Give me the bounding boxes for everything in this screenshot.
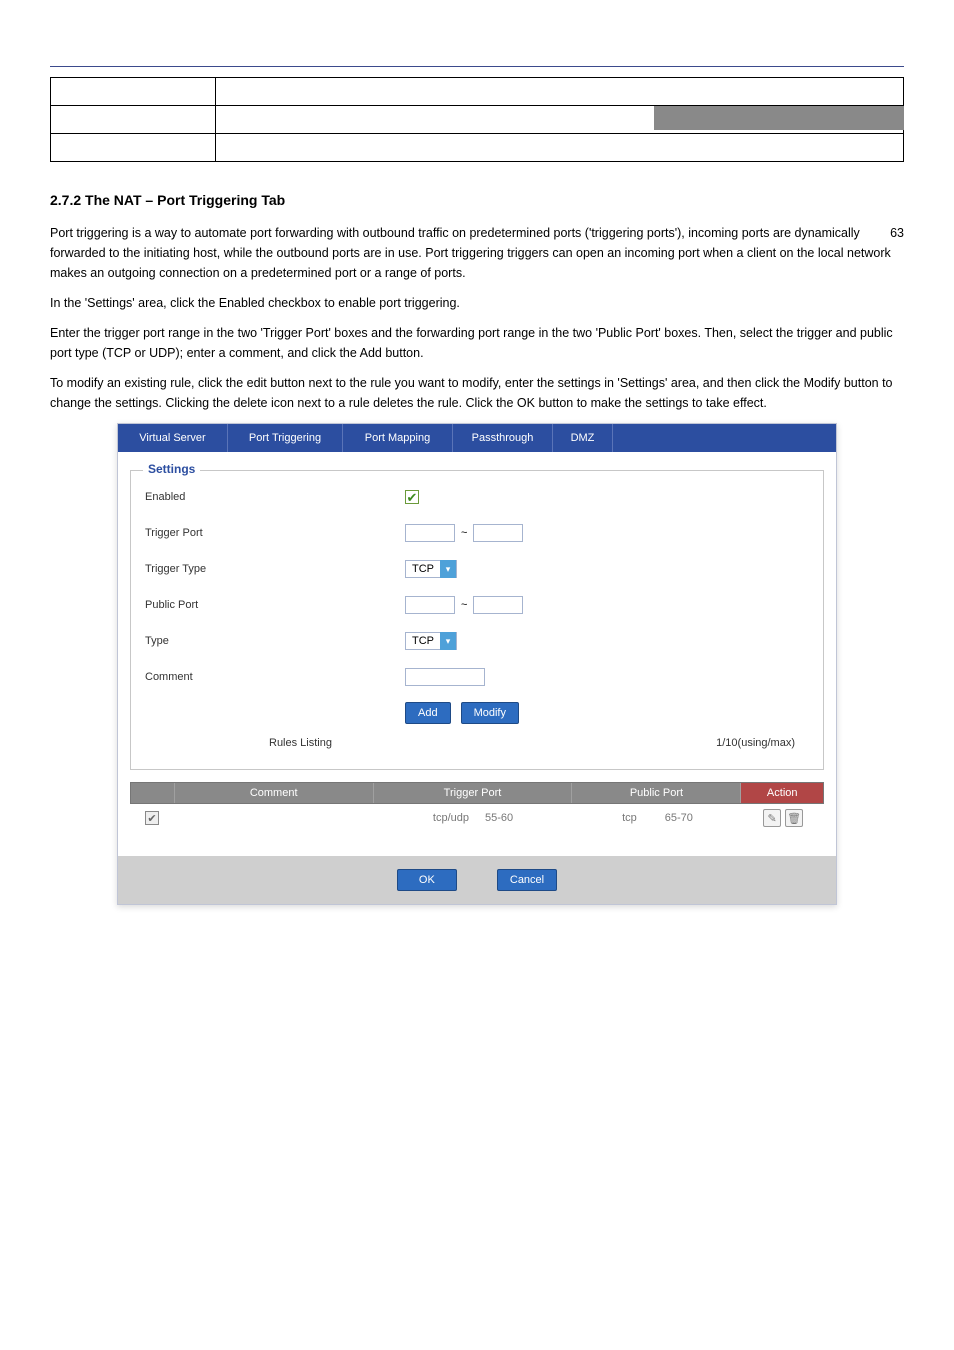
tab-passthrough[interactable]: Passthrough [453,424,553,452]
table-row [51,134,904,162]
row-trigger-range: 55-60 [485,812,513,824]
settings-fieldset: Settings Enabled ✔ Trigger Port ~ Trigge… [130,470,824,770]
param-desc [216,78,904,106]
paragraph-1-text: Port triggering is a way to automate por… [50,226,891,280]
page-number: 63 [890,223,904,243]
screenshot-port-triggering: Virtual Server Port Triggering Port Mapp… [117,423,837,905]
trigger-type-label: Trigger Type [145,563,405,575]
type-label: Type [145,635,405,647]
edit-icon[interactable]: ✎ [763,809,781,827]
add-button[interactable]: Add [405,702,451,724]
row-trigger-proto: tcp/udp [433,812,469,824]
rules-table: Comment Trigger Port Public Port Action … [130,782,824,832]
col-check [131,783,175,803]
cancel-button[interactable]: Cancel [497,869,557,891]
tilde-separator: ~ [461,599,467,611]
comment-input[interactable] [405,668,485,686]
settings-legend: Settings [143,462,200,476]
chevron-down-icon: ▾ [440,560,456,578]
trigger-port-end-input[interactable] [473,524,523,542]
row-enable-checkbox[interactable]: ✔ [145,811,159,825]
table-row [51,78,904,106]
col-action: Action [741,783,823,803]
tab-bar-filler [613,424,836,452]
paragraph-2: In the 'Settings' area, click the Enable… [50,293,904,313]
public-port-end-input[interactable] [473,596,523,614]
trigger-port-label: Trigger Port [145,527,405,539]
rules-count: 1/10(using/max) [716,737,795,749]
col-comment: Comment [175,783,374,803]
tilde-separator: ~ [461,527,467,539]
chevron-down-icon: ▾ [440,632,456,650]
trigger-type-value: TCP [406,563,440,575]
header-rule [50,66,904,67]
param-label [51,106,216,134]
rules-table-row: ✔ tcp/udp 55-60 tcp 65-70 ✎ 🗑 [130,804,824,832]
paragraph-3: Enter the trigger port range in the two … [50,323,904,363]
delete-icon[interactable]: 🗑 [785,809,803,827]
param-label [51,134,216,162]
tab-bar: Virtual Server Port Triggering Port Mapp… [118,424,836,452]
tab-port-mapping[interactable]: Port Mapping [343,424,453,452]
rules-listing-label: Rules Listing [269,737,332,749]
public-type-value: TCP [406,635,440,647]
enabled-label: Enabled [145,491,405,503]
row-public-range: 65-70 [665,812,693,824]
param-label [51,78,216,106]
section-title: 2.7.2 The NAT – Port Triggering Tab [50,192,904,208]
public-port-label: Public Port [145,599,405,611]
row-public-proto: tcp [622,812,637,824]
col-trigger-port: Trigger Port [374,783,573,803]
bottom-button-bar: OK Cancel [118,856,836,904]
public-port-start-input[interactable] [405,596,455,614]
tab-port-triggering[interactable]: Port Triggering [228,424,343,452]
ok-button[interactable]: OK [397,869,457,891]
modify-button[interactable]: Modify [461,702,519,724]
header-banner [654,106,904,130]
public-type-select[interactable]: TCP ▾ [405,632,457,650]
paragraph-1: 63 Port triggering is a way to automate … [50,223,904,283]
comment-label: Comment [145,671,405,683]
trigger-port-start-input[interactable] [405,524,455,542]
param-desc [216,134,904,162]
trigger-type-select[interactable]: TCP ▾ [405,560,457,578]
paragraph-4: To modify an existing rule, click the ed… [50,373,904,413]
tab-virtual-server[interactable]: Virtual Server [118,424,228,452]
col-public-port: Public Port [572,783,741,803]
rules-table-header: Comment Trigger Port Public Port Action [130,782,824,804]
tab-dmz[interactable]: DMZ [553,424,613,452]
enabled-checkbox[interactable]: ✔ [405,490,419,504]
